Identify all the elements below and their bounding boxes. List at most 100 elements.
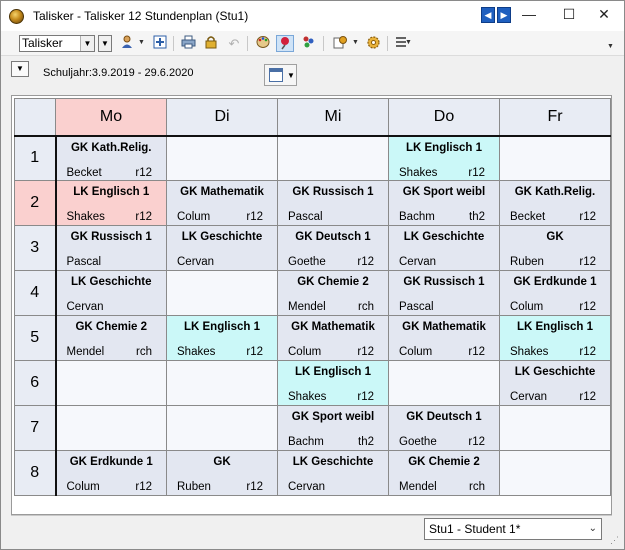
lesson-cell[interactable]: LK Englisch 1 Shakes r12 bbox=[388, 135, 500, 181]
period-number[interactable]: 2 bbox=[14, 180, 57, 226]
person-icon[interactable] bbox=[118, 35, 136, 52]
minimize-button[interactable]: — bbox=[509, 1, 549, 29]
previous-element-button[interactable]: ◀ bbox=[481, 7, 495, 23]
lesson-room: r12 bbox=[357, 256, 374, 268]
lesson-teacher: Mendel bbox=[66, 346, 105, 358]
close-button[interactable]: ✕ bbox=[584, 1, 624, 29]
lesson-cell[interactable]: LK Englisch 1 Shakes r12 bbox=[277, 360, 389, 406]
lesson-cell[interactable]: LK Geschichte Cervan bbox=[277, 450, 389, 496]
undo-icon[interactable]: ↶ bbox=[225, 35, 243, 52]
lesson-cell[interactable]: GK Mathematik Colum r12 bbox=[388, 315, 500, 361]
lesson-teacher: Shakes bbox=[66, 211, 105, 223]
lesson-cell[interactable]: GK Russisch 1 Pascal bbox=[388, 270, 500, 316]
empty-cell[interactable] bbox=[388, 360, 500, 406]
lesson-teacher: Colum bbox=[510, 301, 544, 313]
lesson-cell[interactable]: LK Englisch 1 Shakes r12 bbox=[499, 315, 611, 361]
element-combo-value: Talisker bbox=[22, 36, 63, 50]
lesson-cell[interactable]: GK Russisch 1 Pascal bbox=[277, 180, 389, 226]
options-dropdown-button[interactable]: ▼ bbox=[11, 61, 29, 77]
person-menu-caret-icon[interactable]: ▼ bbox=[138, 39, 145, 46]
lesson-cell[interactable]: LK Geschichte Cervan bbox=[166, 225, 278, 271]
period-number[interactable]: 4 bbox=[14, 270, 57, 316]
lesson-cell[interactable]: GK Sport weibl Bachm th2 bbox=[277, 405, 389, 451]
gear-icon[interactable] bbox=[364, 35, 382, 52]
period-number[interactable]: 7 bbox=[14, 405, 57, 451]
lesson-teacher: Goethe bbox=[288, 256, 326, 268]
lesson-teacher: Cervan bbox=[288, 481, 326, 493]
period-number[interactable]: 6 bbox=[14, 360, 57, 406]
lesson-teacher: Colum bbox=[399, 346, 433, 358]
toolbar-overflow-icon[interactable]: ▼ bbox=[607, 43, 614, 50]
empty-cell[interactable] bbox=[499, 135, 611, 181]
period-number[interactable]: 1 bbox=[14, 135, 57, 181]
empty-cell[interactable] bbox=[166, 135, 278, 181]
lesson-cell[interactable]: GK Deutsch 1 Goethe r12 bbox=[388, 405, 500, 451]
day-header-2[interactable]: Mi bbox=[277, 98, 389, 137]
lock-icon[interactable] bbox=[202, 35, 220, 52]
print-icon[interactable] bbox=[179, 35, 197, 52]
lesson-cell[interactable]: LK Geschichte Cervan bbox=[388, 225, 500, 271]
day-header-3[interactable]: Do bbox=[388, 98, 500, 137]
empty-cell[interactable] bbox=[166, 270, 278, 316]
lesson-teacher: Bachm bbox=[399, 211, 435, 223]
pin-icon[interactable] bbox=[276, 35, 294, 52]
lesson-cell[interactable]: LK Geschichte Cervan r12 bbox=[499, 360, 611, 406]
lesson-room: rch bbox=[136, 346, 152, 358]
lesson-subject: GK Erdkunde 1 bbox=[513, 276, 597, 288]
lesson-cell[interactable]: GK Ruben r12 bbox=[166, 450, 278, 496]
lesson-cell[interactable]: LK Geschichte Cervan bbox=[55, 270, 167, 316]
period-number[interactable]: 5 bbox=[14, 315, 57, 361]
people-icon[interactable] bbox=[299, 35, 317, 52]
list-menu-caret-icon[interactable]: ▼ bbox=[405, 39, 412, 46]
empty-cell[interactable] bbox=[277, 135, 389, 181]
day-header-0[interactable]: Mo bbox=[55, 98, 167, 137]
empty-cell[interactable] bbox=[55, 360, 167, 406]
lesson-cell[interactable]: GK Sport weibl Bachm th2 bbox=[388, 180, 500, 226]
element-combo[interactable]: Talisker ▼ bbox=[19, 35, 95, 52]
lesson-cell[interactable]: GK Mathematik Colum r12 bbox=[277, 315, 389, 361]
lesson-cell[interactable]: GK Kath.Relig. Becket r12 bbox=[55, 135, 167, 181]
empty-cell[interactable] bbox=[499, 405, 611, 451]
lesson-cell[interactable]: GK Deutsch 1 Goethe r12 bbox=[277, 225, 389, 271]
lesson-subject: GK Mathematik bbox=[180, 186, 264, 198]
day-header-1[interactable]: Di bbox=[166, 98, 278, 137]
lesson-cell[interactable]: GK Chemie 2 Mendel rch bbox=[55, 315, 167, 361]
maximize-button[interactable]: ☐ bbox=[549, 1, 589, 29]
lesson-room: r12 bbox=[135, 211, 152, 223]
empty-cell[interactable] bbox=[166, 405, 278, 451]
window-title: Talisker - Talisker 12 Stundenplan (Stu1… bbox=[33, 9, 249, 23]
lesson-cell[interactable]: GK Chemie 2 Mendel rch bbox=[277, 270, 389, 316]
grid-add-icon[interactable] bbox=[151, 35, 169, 52]
lesson-room: th2 bbox=[469, 211, 485, 223]
settings-icon[interactable] bbox=[331, 35, 349, 52]
toolbar-separator bbox=[247, 36, 248, 51]
lesson-teacher: Shakes bbox=[510, 346, 549, 358]
lesson-cell[interactable]: LK Englisch 1 Shakes r12 bbox=[166, 315, 278, 361]
period-number[interactable]: 3 bbox=[14, 225, 57, 271]
lesson-cell[interactable]: GK Chemie 2 Mendel rch bbox=[388, 450, 500, 496]
settings-menu-caret-icon[interactable]: ▼ bbox=[352, 39, 359, 46]
lesson-cell[interactable]: GK Russisch 1 Pascal bbox=[55, 225, 167, 271]
lesson-subject: GK Kath.Relig. bbox=[70, 141, 152, 154]
student-select[interactable]: Stu1 - Student 1* ⌄ bbox=[424, 518, 602, 540]
lesson-cell[interactable]: LK Englisch 1 Shakes r12 bbox=[55, 180, 167, 226]
lesson-cell[interactable]: GK Ruben r12 bbox=[499, 225, 611, 271]
lesson-room: r12 bbox=[579, 346, 596, 358]
day-header-4[interactable]: Fr bbox=[499, 98, 611, 137]
lesson-cell[interactable]: GK Kath.Relig. Becket r12 bbox=[499, 180, 611, 226]
view-format-button[interactable]: ▼ bbox=[264, 64, 297, 86]
lesson-cell[interactable]: GK Mathematik Colum r12 bbox=[166, 180, 278, 226]
timetable-grid: Mo Di Mi Do Fr 1 GK Kath.Relig. Becket r12 LK En… bbox=[14, 98, 611, 496]
lesson-cell[interactable]: GK Erdkunde 1 Colum r12 bbox=[55, 450, 167, 496]
empty-cell[interactable] bbox=[499, 450, 611, 496]
palette-icon[interactable] bbox=[254, 35, 272, 52]
lesson-subject: LK Geschichte bbox=[181, 231, 263, 243]
lesson-subject: GK Deutsch 1 bbox=[406, 411, 482, 423]
resize-grip-icon[interactable]: ⋰ bbox=[610, 535, 620, 545]
period-number[interactable]: 8 bbox=[14, 450, 57, 496]
element-dropdown-button[interactable]: ▼ bbox=[98, 35, 112, 52]
lesson-cell[interactable]: GK Erdkunde 1 Colum r12 bbox=[499, 270, 611, 316]
empty-cell[interactable] bbox=[166, 360, 278, 406]
empty-cell[interactable] bbox=[55, 405, 167, 451]
chevron-down-icon[interactable]: ▼ bbox=[80, 36, 94, 51]
